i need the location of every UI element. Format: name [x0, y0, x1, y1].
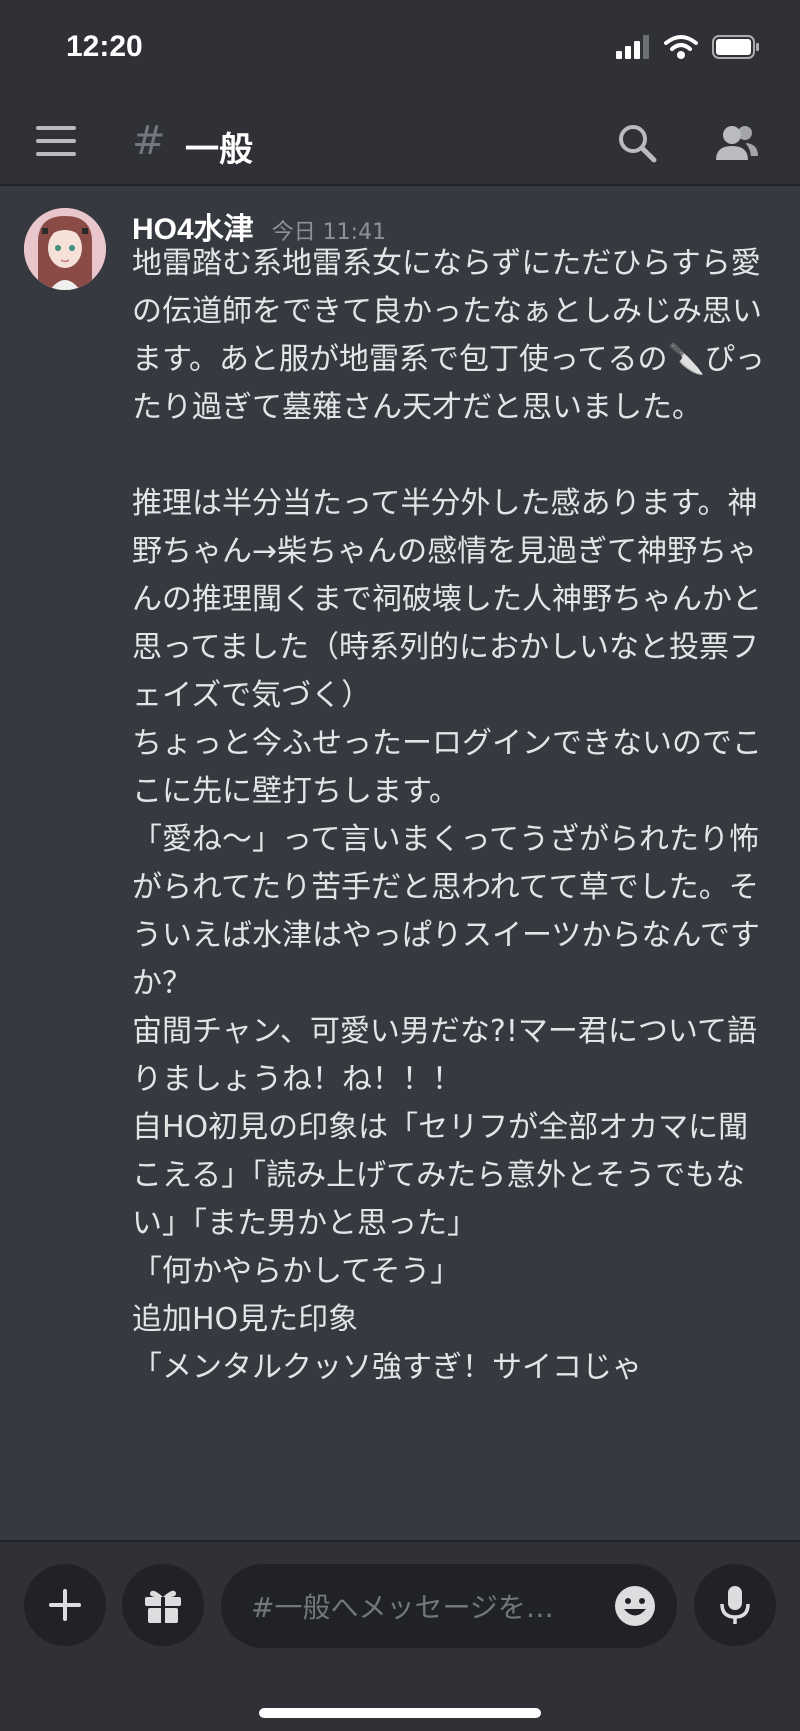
plus-icon[interactable]	[24, 1564, 106, 1646]
message-list[interactable]: HO4水津 今日 11:41 地雷踏む系地雷系女にならずにただひらすら愛の伝道師…	[0, 186, 800, 1540]
menu-icon[interactable]	[36, 126, 76, 158]
search-icon[interactable]	[614, 120, 662, 168]
wifi-icon	[664, 34, 698, 64]
status-bar: 12:20	[0, 0, 800, 100]
message-text: 地雷踏む系地雷系女にならずにただひらすら愛の伝道師をできて良かったなぁとしみじみ…	[132, 246, 765, 1385]
battery-icon	[712, 35, 760, 63]
channel-hash-icon: #	[132, 118, 166, 164]
microphone-icon[interactable]	[694, 1564, 776, 1646]
channel-header: # 一般	[0, 100, 800, 186]
status-time: 12:20	[66, 30, 143, 63]
members-icon[interactable]	[712, 120, 760, 168]
message-input[interactable]: #一般へメッセージを…	[221, 1564, 677, 1648]
message-composer: #一般へメッセージを…	[0, 1540, 800, 1731]
emoji-icon[interactable]	[613, 1584, 657, 1632]
gift-icon[interactable]	[122, 1564, 204, 1646]
home-indicator	[259, 1708, 541, 1718]
message-input-placeholder: #一般へメッセージを…	[251, 1591, 554, 1624]
avatar[interactable]	[24, 208, 106, 290]
signal-icon	[616, 35, 650, 63]
channel-name: 一般	[185, 130, 253, 170]
status-icons	[616, 34, 760, 64]
